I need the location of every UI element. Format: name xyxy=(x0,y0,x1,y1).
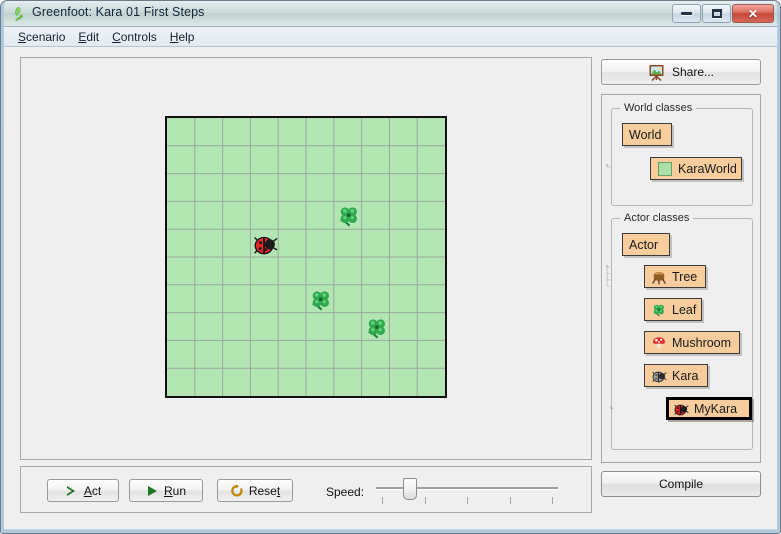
class-box-label: World xyxy=(629,127,662,142)
menu-item-scenario[interactable]: Scenario xyxy=(12,29,72,45)
red-ladybug-icon xyxy=(254,236,278,255)
act-chevron-icon xyxy=(66,485,75,496)
act-button-label: Act xyxy=(83,483,102,498)
slider-tick xyxy=(425,497,426,504)
class-box-tree[interactable]: Tree xyxy=(644,265,706,288)
greenfoot-footprint-icon xyxy=(15,7,23,21)
speed-slider[interactable] xyxy=(376,475,558,507)
speed-label: Speed: xyxy=(326,485,365,499)
slider-thumb[interactable] xyxy=(403,478,417,500)
slider-tick xyxy=(510,497,511,504)
clover-leaf-icon xyxy=(653,304,664,316)
minimize-button[interactable] xyxy=(672,4,701,23)
class-box-label: Actor xyxy=(629,237,659,252)
run-play-icon xyxy=(147,485,157,496)
slider-tick xyxy=(467,497,468,504)
share-button[interactable]: Share... xyxy=(601,59,761,85)
world-panel xyxy=(20,57,592,460)
reset-button[interactable]: Reset xyxy=(217,479,293,502)
inheritance-arrow xyxy=(609,405,614,409)
clover-leaf-icon xyxy=(340,207,357,227)
clover-leaf-icon xyxy=(312,291,329,311)
close-icon: ✕ xyxy=(747,6,759,21)
share-easel-icon xyxy=(649,64,664,81)
world-actor-kara[interactable] xyxy=(252,231,278,257)
class-box-karaworld[interactable]: KaraWorld xyxy=(650,157,742,180)
class-browser: World classes Actor classes World KaraWor… xyxy=(601,94,761,463)
class-box-label: KaraWorld xyxy=(678,161,737,176)
maximize-button[interactable] xyxy=(702,4,731,23)
menu-bar: Scenario Edit Controls Help xyxy=(4,27,777,47)
clover-leaf-icon xyxy=(368,319,385,339)
world-actor-leaf[interactable] xyxy=(364,315,390,341)
reset-refresh-icon xyxy=(230,483,243,497)
menu-item-controls[interactable]: Controls xyxy=(106,29,164,45)
world-classes-title: World classes xyxy=(620,102,697,114)
class-box-label: Mushroom xyxy=(672,335,732,350)
window-title: Greenfoot: Kara 01 First Steps xyxy=(32,5,205,19)
class-box-leaf[interactable]: Leaf xyxy=(644,298,702,321)
class-box-mykara[interactable]: MyKara xyxy=(666,397,752,420)
compile-button-label: Compile xyxy=(658,477,703,491)
mushroom-icon xyxy=(653,336,665,349)
run-button[interactable]: Run xyxy=(129,479,203,502)
slider-tick xyxy=(552,497,553,504)
actor-classes-title: Actor classes xyxy=(620,212,694,224)
share-button-label: Share... xyxy=(671,65,715,79)
class-box-actor[interactable]: Actor xyxy=(622,233,670,256)
world-actor-leaf[interactable] xyxy=(308,287,334,313)
client-area: Act Run Reset Speed: Share... World clas… xyxy=(4,47,777,529)
maximize-icon xyxy=(703,5,730,22)
slider-tick xyxy=(382,497,383,504)
class-box-label: Kara xyxy=(672,368,699,383)
red-ladybug-icon xyxy=(674,404,689,415)
compile-button[interactable]: Compile xyxy=(601,471,761,497)
execution-control-bar: Act Run Reset Speed: xyxy=(20,466,592,513)
class-box-kara[interactable]: Kara xyxy=(644,364,708,387)
inheritance-arrow xyxy=(605,163,611,168)
minimize-icon xyxy=(673,5,700,22)
tree-stump-icon xyxy=(652,271,666,284)
world-actor-leaf[interactable] xyxy=(336,203,362,229)
class-box-world[interactable]: World xyxy=(622,123,672,146)
title-bar: Greenfoot: Kara 01 First Steps ✕ xyxy=(1,1,780,27)
menu-item-edit[interactable]: Edit xyxy=(72,29,106,45)
class-box-label: Leaf xyxy=(672,302,697,317)
class-box-mushroom[interactable]: Mushroom xyxy=(644,331,740,354)
act-button[interactable]: Act xyxy=(47,479,119,502)
inheritance-arrow xyxy=(605,264,610,287)
greenfoot-main-window: Greenfoot: Kara 01 First Steps ✕ Scenari… xyxy=(0,0,781,534)
green-square-icon xyxy=(658,161,672,176)
world-canvas[interactable] xyxy=(165,116,447,398)
world-grid xyxy=(167,118,445,396)
class-box-label: Tree xyxy=(672,269,698,284)
menu-item-help[interactable]: Help xyxy=(164,29,202,45)
gray-bug-icon xyxy=(652,371,667,382)
close-button[interactable]: ✕ xyxy=(732,4,774,23)
run-button-label: Run xyxy=(163,483,187,498)
reset-button-label: Reset xyxy=(248,483,281,498)
class-box-label: MyKara xyxy=(694,401,738,416)
